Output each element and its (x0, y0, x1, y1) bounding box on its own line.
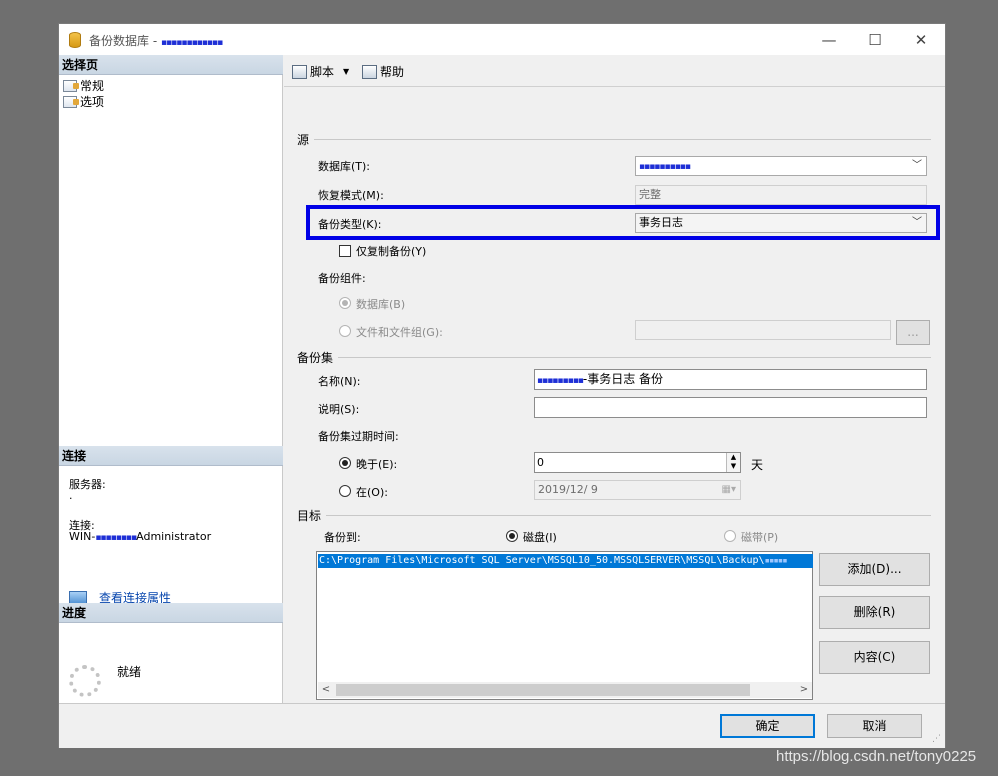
expire-after-label: 晚于(E): (356, 458, 398, 471)
browse-button[interactable]: ... (896, 320, 930, 345)
page-item-label: 常规 (80, 79, 105, 93)
expire-days-input[interactable]: 0 ▲ ▼ (534, 452, 741, 473)
expire-date-value: 2019/12/ 9 (538, 483, 598, 496)
window-title: 备份数据库 - ▪▪▪▪▪▪▪▪▪▪▪▪ (89, 32, 223, 49)
redacted-database-value: ▪▪▪▪▪▪▪▪▪▪ (639, 162, 691, 172)
right-pane: 脚本 ▼ 帮助 源 数据库(T): ▪▪▪▪▪▪▪▪▪▪ ﹀ 恢复模式(M): … (284, 55, 945, 703)
remove-destination-button[interactable]: 删除(R) (819, 596, 930, 629)
backup-component-label: 备份组件: (318, 272, 366, 285)
left-pane: 选择页 常规 选项 连接 服务器: . 连接: WIN-▪▪▪▪▪▪▪▪Admi… (59, 55, 283, 703)
component-database-label: 数据库(B) (356, 298, 406, 311)
connection-value: WIN-▪▪▪▪▪▪▪▪Administrator (69, 530, 211, 543)
destination-group-label: 目标 (297, 509, 322, 523)
progress-spinner-icon (69, 665, 101, 697)
minimize-button[interactable]: — (809, 28, 849, 52)
redacted-name: ▪▪▪▪▪▪▪▪▪ (537, 376, 584, 386)
window-title-text: 备份数据库 - (89, 34, 161, 48)
page-item-general[interactable]: 常规 (63, 77, 104, 94)
recovery-mode-label: 恢复模式(M): (318, 189, 384, 202)
database-select[interactable]: ▪▪▪▪▪▪▪▪▪▪ ﹀ (635, 156, 927, 176)
select-page-header: 选择页 (59, 55, 283, 75)
connection-prefix: WIN- (69, 530, 96, 543)
connection-header: 连接 (59, 446, 283, 466)
chevron-down-icon[interactable]: ▼ (343, 67, 349, 76)
button-bar: 确定 取消 ⋰ (59, 703, 945, 748)
disk-radio[interactable] (506, 530, 518, 542)
page-settings-icon (63, 95, 79, 108)
expire-on-radio[interactable] (339, 485, 351, 497)
copy-only-checkbox[interactable] (339, 245, 351, 257)
tape-radio[interactable] (724, 530, 736, 542)
days-unit-label: 天 (751, 458, 764, 472)
page-item-options[interactable]: 选项 (63, 93, 104, 110)
destination-list[interactable]: C:\Program Files\Microsoft SQL Server\MS… (316, 551, 813, 700)
script-icon (292, 64, 307, 79)
add-destination-button[interactable]: 添加(D)... (819, 553, 930, 586)
redacted-filename: ▪▪▪▪▪ (764, 556, 788, 566)
server-value: . (69, 489, 73, 502)
title-bar: 备份数据库 - ▪▪▪▪▪▪▪▪▪▪▪▪ — ☐ ✕ (59, 24, 945, 55)
component-files-radio[interactable] (339, 325, 351, 337)
ok-button[interactable]: 确定 (720, 714, 815, 738)
destination-path: C:\Program Files\Microsoft SQL Server\MS… (319, 555, 765, 566)
progress-header: 进度 (59, 603, 283, 623)
filegroup-field[interactable] (635, 320, 891, 340)
server-label: 服务器: (69, 478, 106, 491)
maximize-button[interactable]: ☐ (855, 28, 895, 52)
component-database-radio[interactable] (339, 297, 351, 309)
page-settings-icon (63, 79, 79, 92)
tape-label: 磁带(P) (741, 531, 779, 544)
database-icon (69, 32, 81, 48)
backup-database-dialog: 备份数据库 - ▪▪▪▪▪▪▪▪▪▪▪▪ — ☐ ✕ 选择页 常规 选项 连接 … (58, 23, 946, 748)
toolbar: 脚本 ▼ 帮助 (284, 55, 945, 87)
highlight-box (306, 205, 940, 240)
name-label: 名称(N): (318, 375, 361, 388)
expire-date-picker[interactable]: 2019/12/ 9 ▦▾ (534, 480, 741, 500)
name-value: -事务日志 备份 (582, 372, 664, 386)
expire-after-radio[interactable] (339, 457, 351, 469)
disk-label: 磁盘(I) (523, 531, 557, 544)
expiration-label: 备份集过期时间: (318, 430, 399, 443)
list-item[interactable]: C:\Program Files\Microsoft SQL Server\MS… (318, 554, 813, 568)
expire-on-label: 在(O): (356, 486, 388, 499)
database-label: 数据库(T): (318, 160, 371, 173)
source-group-label: 源 (297, 133, 310, 147)
chevron-down-icon: ﹀ (912, 160, 922, 171)
script-button[interactable]: 脚本 ▼ (292, 63, 349, 80)
watermark-text: https://blog.csdn.net/tony0225 (776, 748, 977, 765)
description-input[interactable] (534, 397, 927, 418)
component-files-label: 文件和文件组(G): (356, 326, 443, 339)
recovery-mode-value: 完整 (635, 185, 927, 205)
scroll-right-icon[interactable]: > (796, 682, 812, 698)
cancel-button[interactable]: 取消 (827, 714, 922, 738)
description-label: 说明(S): (318, 403, 360, 416)
expire-days-value: 0 (537, 456, 544, 469)
close-button[interactable]: ✕ (901, 28, 941, 52)
horizontal-scrollbar[interactable]: < > (318, 682, 812, 698)
redacted-host: ▪▪▪▪▪▪▪▪ (95, 533, 137, 543)
help-icon (362, 64, 377, 79)
backup-to-label: 备份到: (324, 531, 361, 544)
contents-button[interactable]: 内容(C) (819, 641, 930, 674)
scroll-left-icon[interactable]: < (318, 682, 334, 698)
name-input[interactable]: ▪▪▪▪▪▪▪▪▪-事务日志 备份 (534, 369, 927, 390)
connection-user: Administrator (136, 530, 212, 543)
script-label: 脚本 (310, 65, 335, 79)
scrollbar-thumb[interactable] (336, 684, 750, 696)
redacted-database-name: ▪▪▪▪▪▪▪▪▪▪▪▪ (160, 38, 223, 48)
divider (338, 357, 931, 358)
divider (314, 139, 931, 140)
backup-set-group-label: 备份集 (297, 351, 334, 365)
copy-only-label: 仅复制备份(Y) (356, 245, 427, 258)
spinner-arrows-icon[interactable]: ▲ ▼ (726, 453, 740, 472)
calendar-icon: ▦▾ (721, 484, 736, 495)
help-button[interactable]: 帮助 (362, 63, 404, 80)
divider (326, 515, 931, 516)
resize-grip-icon[interactable]: ⋰ (932, 734, 941, 744)
progress-status: 就绪 (117, 665, 142, 679)
help-label: 帮助 (380, 65, 405, 79)
page-item-label: 选项 (80, 95, 105, 109)
